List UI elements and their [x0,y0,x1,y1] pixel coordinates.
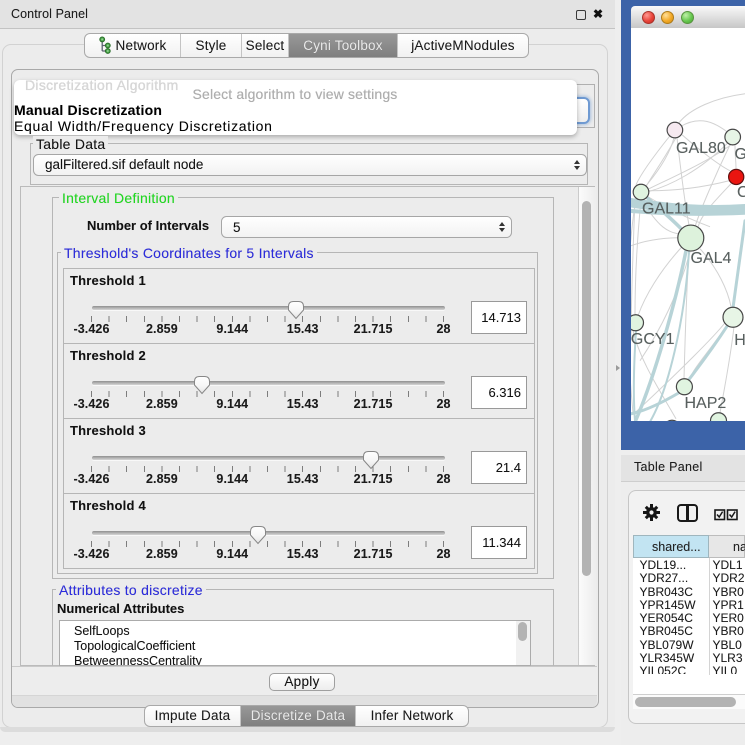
svg-text:H: H [734,331,745,348]
svg-text:GAL11: GAL11 [642,200,691,217]
svg-text:HAP2: HAP2 [685,394,727,411]
svg-text:C: C [737,183,745,200]
svg-text:GCY1: GCY1 [631,330,675,347]
svg-text:GAL80: GAL80 [676,139,726,156]
svg-text:GA: GA [735,145,745,162]
svg-text:GAL4: GAL4 [691,249,732,266]
